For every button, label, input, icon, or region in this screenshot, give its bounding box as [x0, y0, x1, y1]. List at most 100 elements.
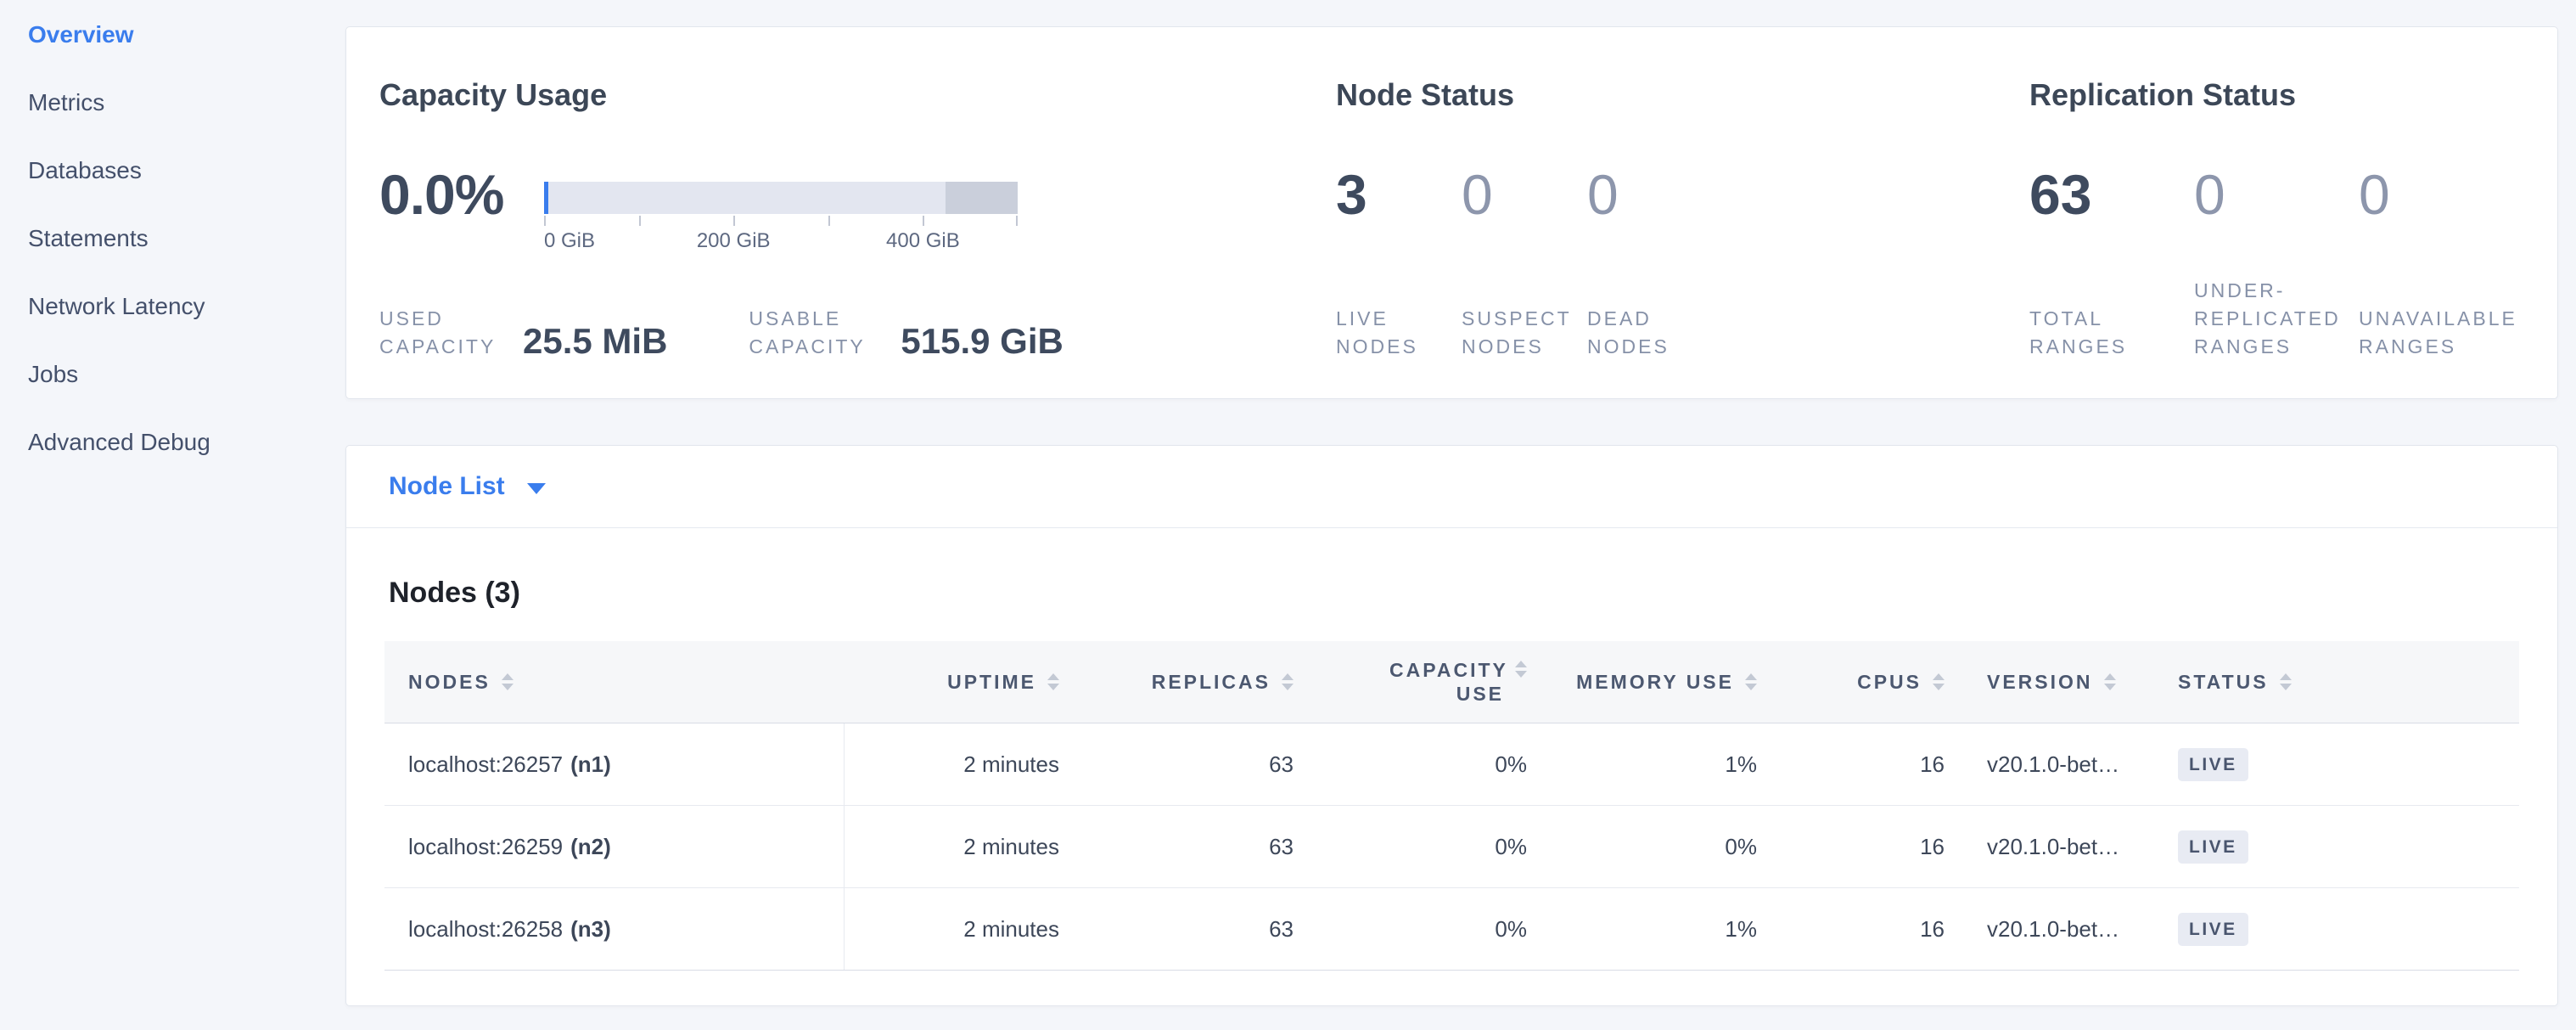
unavailable-ranges-count: 0	[2359, 165, 2523, 224]
total-ranges-stat: 63 TOTAL RANGES	[2029, 165, 2194, 361]
uptime-cell: 2 minutes	[845, 723, 1059, 805]
replicas-cell: 63	[1059, 723, 1294, 805]
capacity-use-cell: 0%	[1294, 723, 1527, 805]
under-replicated-label: UNDER-REPLICATED RANGES	[2194, 277, 2351, 361]
main-content: Capacity Usage 0.0%	[345, 0, 2576, 1030]
nodes-section-title: Nodes (3)	[389, 575, 2519, 611]
table-row: localhost:26257 (n1) 2 minutes 63 0% 1% …	[384, 723, 2519, 806]
column-header-cpus[interactable]: CPUS	[1757, 671, 1945, 694]
node-address-link[interactable]: localhost:26257	[408, 751, 563, 778]
node-name-cell: localhost:26259 (n2)	[384, 806, 845, 887]
dead-nodes-stat: 0 DEAD NODES	[1587, 165, 1713, 361]
memory-use-cell: 1%	[1527, 888, 1757, 970]
version-cell: v20.1.0-bet…	[1945, 888, 2157, 970]
memory-use-cell: 0%	[1527, 806, 1757, 887]
column-header-version[interactable]: VERSION	[1945, 671, 2157, 694]
unavailable-ranges-stat: 0 UNAVAILABLE RANGES	[2359, 165, 2523, 361]
replicas-cell: 63	[1059, 806, 1294, 887]
axis-label-0gib: 0 GiB	[544, 229, 595, 253]
live-nodes-label: LIVE NODES	[1336, 305, 1448, 361]
capacity-bar-chart: 0 GiB 200 GiB 400 GiB	[544, 182, 1018, 255]
node-list-card: Node List Nodes (3) NODES UPTIME REPLICA…	[345, 445, 2558, 1006]
used-capacity-value: 25.5 MiB	[523, 322, 667, 361]
sidebar-item-advanced-debug[interactable]: Advanced Debug	[28, 408, 345, 476]
column-header-status[interactable]: STATUS	[2157, 671, 2519, 694]
version-cell: v20.1.0-bet…	[1945, 806, 2157, 887]
uptime-cell: 2 minutes	[845, 806, 1059, 887]
node-id: (n2)	[570, 834, 611, 860]
sort-icon[interactable]	[1933, 673, 1945, 690]
node-id: (n3)	[570, 916, 611, 943]
capacity-use-cell: 0%	[1294, 888, 1527, 970]
sort-icon[interactable]	[1515, 661, 1527, 678]
axis-label-400gib: 400 GiB	[886, 229, 960, 253]
replication-status-title: Replication Status	[2029, 76, 2557, 114]
sort-icon[interactable]	[2280, 673, 2292, 690]
column-header-nodes[interactable]: NODES	[384, 671, 845, 694]
node-address-link[interactable]: localhost:26259	[408, 834, 563, 860]
column-header-capacity-use[interactable]: CAPACITY USE	[1294, 658, 1527, 706]
sort-icon[interactable]	[502, 673, 514, 690]
cpus-cell: 16	[1757, 888, 1945, 970]
node-status-title: Node Status	[1336, 76, 2029, 114]
dead-nodes-label: DEAD NODES	[1587, 305, 1699, 361]
nodes-section: Nodes (3) NODES UPTIME REPLICAS	[346, 528, 2557, 1005]
dropdown-selected-label: Node List	[389, 472, 505, 501]
chevron-down-icon	[527, 483, 546, 494]
unavailable-ranges-label: UNAVAILABLE RANGES	[2359, 305, 2516, 361]
capacity-used-percent: 0.0%	[379, 165, 544, 255]
capacity-use-cell: 0%	[1294, 806, 1527, 887]
sidebar: Overview Metrics Databases Statements Ne…	[0, 0, 345, 1030]
status-cell: LIVE	[2157, 723, 2519, 805]
live-nodes-stat: 3 LIVE NODES	[1336, 165, 1462, 361]
memory-use-cell: 1%	[1527, 723, 1757, 805]
status-badge: LIVE	[2178, 748, 2248, 781]
capacity-axis-ticks	[544, 214, 1018, 226]
total-ranges-label: TOTAL RANGES	[2029, 305, 2186, 361]
status-badge: LIVE	[2178, 830, 2248, 864]
capacity-usage-title: Capacity Usage	[379, 76, 1336, 114]
sidebar-item-overview[interactable]: Overview	[28, 1, 345, 69]
column-header-memory-use[interactable]: MEMORY USE	[1527, 671, 1757, 694]
status-cell: LIVE	[2157, 888, 2519, 970]
total-ranges-count: 63	[2029, 165, 2194, 224]
column-header-replicas[interactable]: REPLICAS	[1059, 671, 1294, 694]
capacity-usage-panel: Capacity Usage 0.0%	[346, 27, 1336, 398]
sidebar-item-statements[interactable]: Statements	[28, 205, 345, 273]
sort-icon[interactable]	[1282, 673, 1294, 690]
version-cell: v20.1.0-bet…	[1945, 723, 2157, 805]
node-address-link[interactable]: localhost:26258	[408, 916, 563, 943]
sort-icon[interactable]	[1745, 673, 1757, 690]
node-name-cell: localhost:26257 (n1)	[384, 723, 845, 805]
node-name-cell: localhost:26258 (n3)	[384, 888, 845, 970]
replication-status-panel: Replication Status 63 TOTAL RANGES 0 UND…	[2029, 27, 2557, 398]
capacity-bar-track	[544, 182, 1018, 214]
nodes-table: NODES UPTIME REPLICAS CAPACITY USE	[384, 641, 2519, 971]
sidebar-item-network-latency[interactable]: Network Latency	[28, 273, 345, 341]
view-selector-dropdown[interactable]: Node List	[346, 446, 2557, 528]
table-row: localhost:26258 (n3) 2 minutes 63 0% 1% …	[384, 888, 2519, 971]
node-status-panel: Node Status 3 LIVE NODES 0 SUSPECT NODES…	[1336, 27, 2029, 398]
axis-label-200gib: 200 GiB	[697, 229, 771, 253]
status-cell: LIVE	[2157, 806, 2519, 887]
capacity-bar-reserved-segment	[946, 182, 1018, 214]
used-capacity-label: USED CAPACITY	[379, 305, 519, 361]
node-id: (n1)	[570, 751, 611, 778]
nodes-table-header: NODES UPTIME REPLICAS CAPACITY USE	[384, 641, 2519, 723]
dead-nodes-count: 0	[1587, 165, 1713, 224]
suspect-nodes-count: 0	[1462, 165, 1587, 224]
sort-icon[interactable]	[2104, 673, 2116, 690]
under-replicated-stat: 0 UNDER-REPLICATED RANGES	[2194, 165, 2359, 361]
replicas-cell: 63	[1059, 888, 1294, 970]
sidebar-item-jobs[interactable]: Jobs	[28, 341, 345, 408]
column-header-uptime[interactable]: UPTIME	[845, 671, 1059, 694]
cpus-cell: 16	[1757, 806, 1945, 887]
capacity-bar-used-segment	[544, 182, 548, 214]
sidebar-item-databases[interactable]: Databases	[28, 137, 345, 205]
table-row: localhost:26259 (n2) 2 minutes 63 0% 0% …	[384, 806, 2519, 888]
cpus-cell: 16	[1757, 723, 1945, 805]
sort-icon[interactable]	[1047, 673, 1059, 690]
uptime-cell: 2 minutes	[845, 888, 1059, 970]
sidebar-item-metrics[interactable]: Metrics	[28, 69, 345, 137]
suspect-nodes-label: SUSPECT NODES	[1462, 305, 1574, 361]
